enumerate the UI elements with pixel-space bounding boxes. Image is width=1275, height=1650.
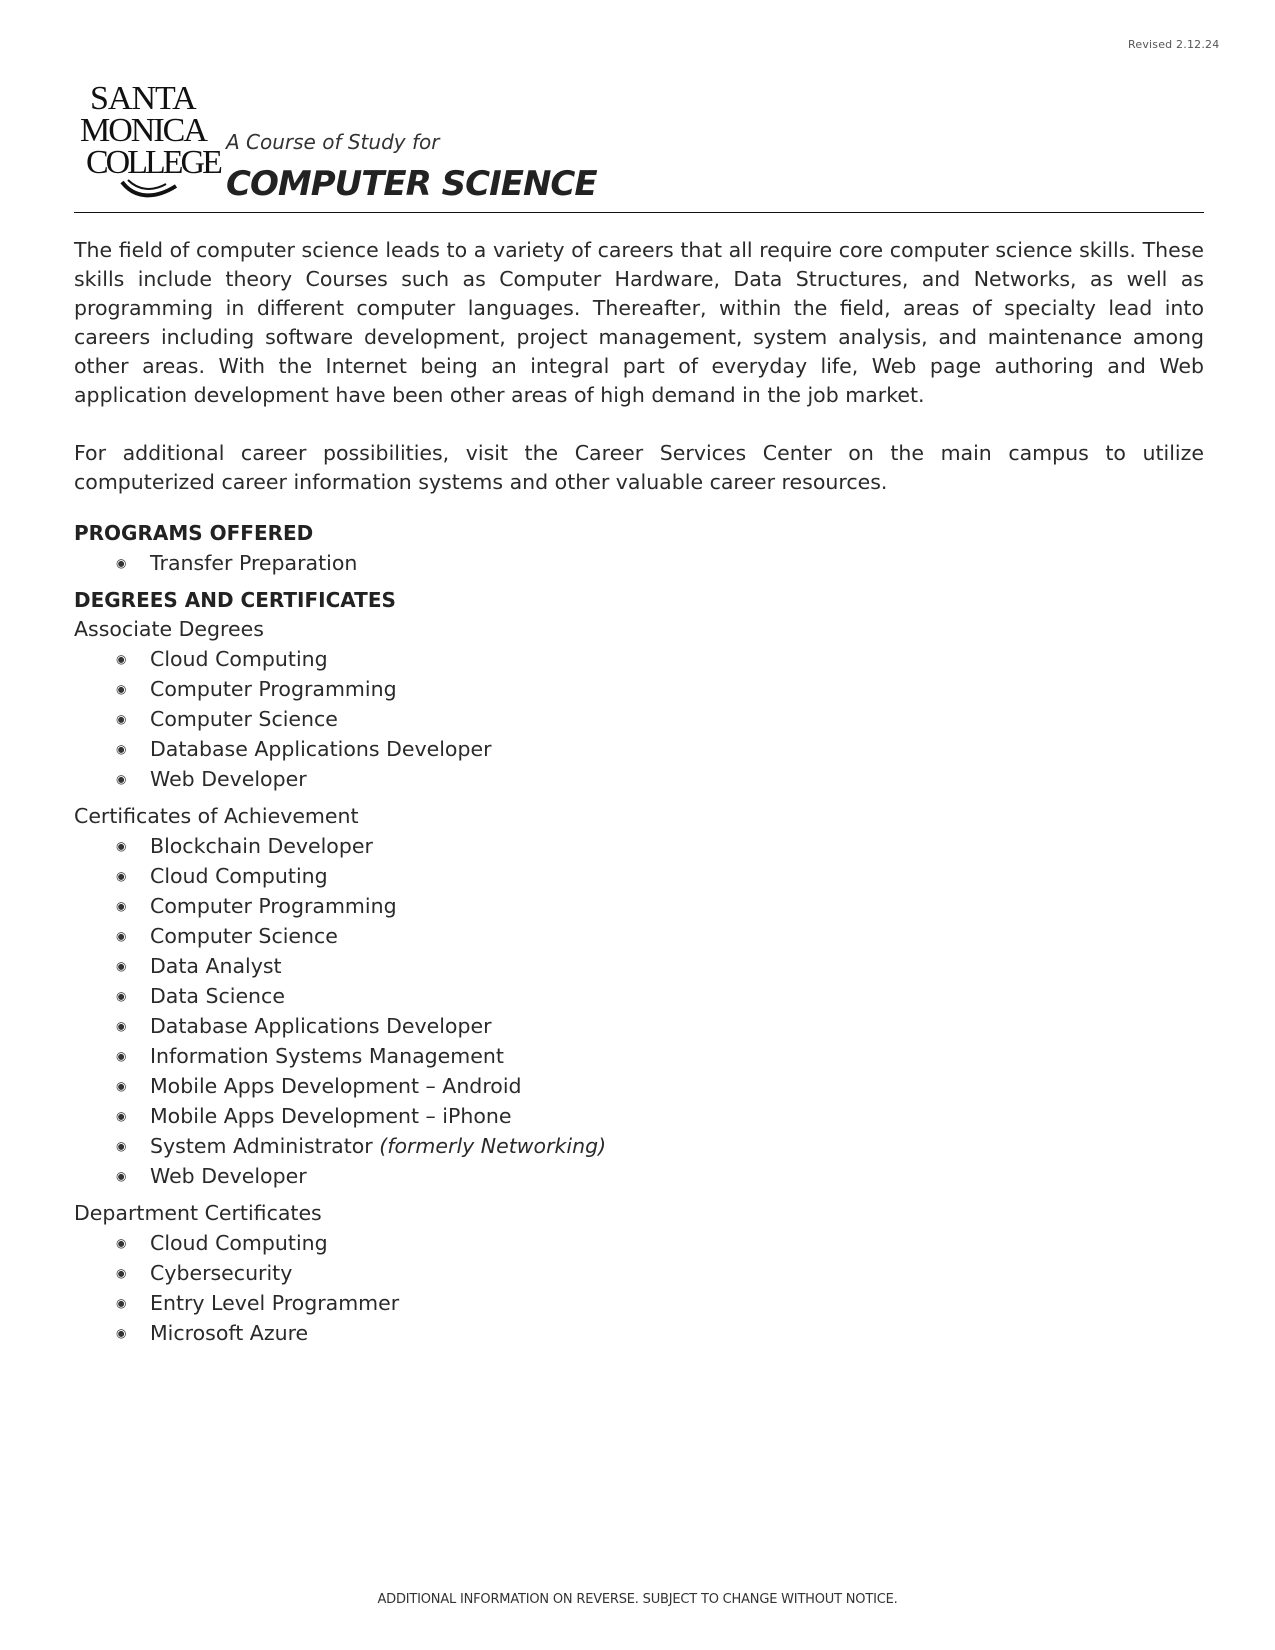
list-item: ◉ Data Analyst [74,951,1204,981]
list-item: ◉ Database Applications Developer [74,1011,1204,1041]
footer-notice: ADDITIONAL INFORMATION ON REVERSE. SUBJE… [377,1592,898,1607]
bullet-icon: ◉ [116,1109,127,1123]
list-item: ◉ Computer Programming [74,891,1204,921]
bullet-icon: ◉ [116,556,127,570]
bullet-icon: ◉ [116,1139,127,1153]
bullet-icon: ◉ [116,1266,127,1280]
bullet-icon: ◉ [116,772,127,786]
bullet-icon: ◉ [116,1049,127,1063]
list-item: ◉ Blockchain Developer [74,831,1204,861]
bullet-icon: ◉ [116,839,127,853]
list-item: ◉ Computer Programming [74,674,1204,704]
associate-degrees-label: Associate Degrees [74,617,264,641]
logo-line-college: COLLEGE [86,144,223,181]
list-item: ◉ Database Applications Developer [74,734,1204,764]
list-item: ◉ Web Developer [74,1161,1204,1191]
bullet-icon: ◉ [116,899,127,913]
list-item: ◉ Cloud Computing [74,861,1204,891]
list-item: ◉ Entry Level Programmer [74,1288,1204,1318]
bullet-icon: ◉ [116,959,127,973]
page-subtitle: A Course of Study for [226,130,440,154]
list-item: ◉ Computer Science [74,704,1204,734]
list-item: ◉ Information Systems Management [74,1041,1204,1071]
list-item: ◉ Mobile Apps Development – Android [74,1071,1204,1101]
bullet-icon: ◉ [116,1169,127,1183]
revision-date: Revised 2.12.24 [1128,38,1220,51]
document-body: The field of computer science leads to a… [74,236,1204,1348]
programs-heading: PROGRAMS OFFERED [74,521,314,545]
bullet-icon: ◉ [116,1079,127,1093]
list-item: ◉ Mobile Apps Development – iPhone [74,1101,1204,1131]
bullet-icon: ◉ [116,1326,127,1340]
bullet-icon: ◉ [116,682,127,696]
programs-list: ◉ Transfer Preparation [74,548,1204,578]
bullet-icon: ◉ [116,742,127,756]
bullet-icon: ◉ [116,1019,127,1033]
bullet-icon: ◉ [116,989,127,1003]
list-item: ◉ Transfer Preparation [74,548,1204,578]
logo-line-santa: SANTA [90,80,197,117]
bullet-icon: ◉ [116,1236,127,1250]
list-item: ◉ Cloud Computing [74,644,1204,674]
department-certificates-label: Department Certificates [74,1201,322,1225]
list-item: ◉ Data Science [74,981,1204,1011]
page-title: COMPUTER SCIENCE [226,164,598,204]
list-item: ◉ Cybersecurity [74,1258,1204,1288]
list-item: ◉ Computer Science [74,921,1204,951]
santa-monica-college-logo: SANTA MONICA COLLEGE [80,80,223,202]
associate-degrees-list: ◉ Cloud Computing ◉ Computer Programming ◉… [74,644,1204,794]
certificates-of-achievement-list: ◉ Blockchain Developer ◉ Cloud Computing ◉… [74,831,1204,1191]
header-divider [74,212,1204,213]
bullet-icon: ◉ [116,929,127,943]
intro-paragraph: The field of computer science leads to a… [74,238,1204,407]
list-item: ◉ System Administrator (formerly Networki… [74,1131,1204,1161]
bullet-icon: ◉ [116,712,127,726]
bullet-icon: ◉ [116,869,127,883]
degrees-heading: DEGREES AND CERTIFICATES [74,588,396,612]
certificates-of-achievement-label: Certificates of Achievement [74,804,359,828]
bullet-icon: ◉ [116,1296,127,1310]
logo-swash-icon [120,179,178,198]
list-item: ◉ Microsoft Azure [74,1318,1204,1348]
list-item: ◉ Cloud Computing [74,1228,1204,1258]
department-certificates-list: ◉ Cloud Computing ◉ Cybersecurity ◉ Entry L… [74,1228,1204,1348]
bullet-icon: ◉ [116,652,127,666]
career-services-paragraph: For additional career possibilities, vis… [74,441,1204,494]
former-name-note: (formerly Networking) [379,1134,607,1158]
list-item: ◉ Web Developer [74,764,1204,794]
logo-line-monica: MONICA [80,112,208,149]
